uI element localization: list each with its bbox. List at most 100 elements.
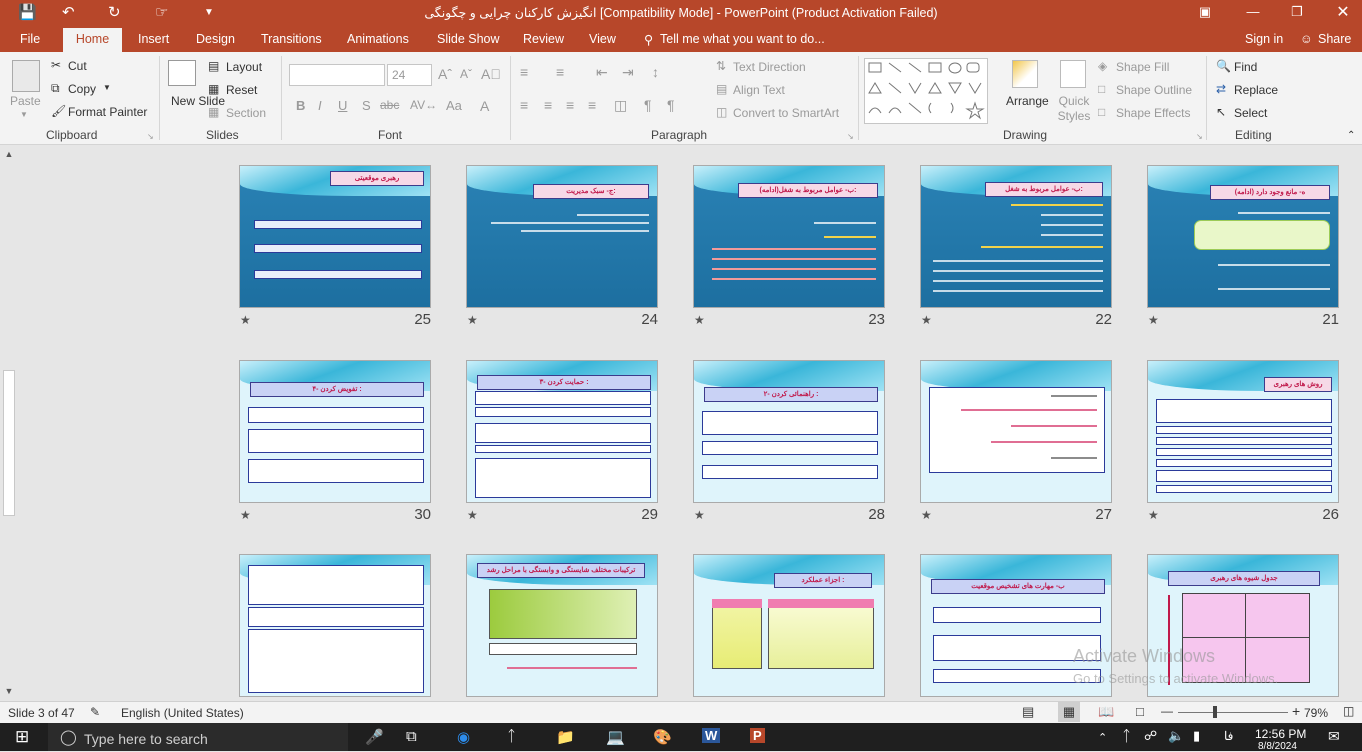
minimize-button[interactable]: —: [1238, 4, 1268, 19]
numbering-icon[interactable]: ≡: [556, 64, 564, 80]
reset-button[interactable]: Reset: [226, 83, 257, 97]
shadow-icon[interactable]: S: [362, 98, 371, 113]
select-button[interactable]: Select: [1234, 106, 1267, 120]
layout-button[interactable]: Layout: [226, 60, 262, 74]
change-case-icon[interactable]: Aa: [446, 98, 462, 113]
copy-button[interactable]: Copy: [68, 82, 96, 96]
align-left-icon[interactable]: ≡: [520, 97, 528, 113]
slide-thumbnail[interactable]: ترکیبات مختلف شایستگی و وابستگی با مراحل…: [466, 554, 658, 697]
slideshow-view-icon[interactable]: □: [1136, 704, 1144, 719]
bullets-icon[interactable]: ≡: [520, 64, 528, 80]
rtl-icon[interactable]: ¶: [644, 97, 652, 113]
char-spacing-icon[interactable]: AV↔: [410, 98, 437, 112]
share-button[interactable]: Share: [1318, 32, 1351, 46]
slide-thumbnail[interactable]: ۳- حمایت کردن :: [466, 360, 658, 503]
bluetooth-icon[interactable]: ᛏ: [507, 728, 516, 745]
slide-thumbnail[interactable]: ب- عوامل مربوط به شغل(ادامه):: [693, 165, 885, 308]
align-center-icon[interactable]: ≡: [544, 97, 552, 113]
tab-slideshow[interactable]: Slide Show: [437, 32, 500, 46]
slide-thumbnail[interactable]: [920, 360, 1112, 503]
app-icon[interactable]: 💻: [606, 728, 625, 746]
slide-thumbnail[interactable]: ب- عوامل مربوط به شغل:: [920, 165, 1112, 308]
shape-effects-button[interactable]: Shape Effects: [1116, 106, 1191, 120]
slide-thumbnail[interactable]: روش های رهبری: [1147, 360, 1339, 503]
normal-view-icon[interactable]: ▤: [1022, 704, 1034, 720]
slide-thumbnail[interactable]: رهبری موقعیتی: [239, 165, 431, 308]
shape-fill-button[interactable]: Shape Fill: [1116, 60, 1169, 74]
section-button[interactable]: Section: [226, 106, 266, 120]
scroll-down-icon[interactable]: ▼: [3, 686, 15, 696]
task-view-icon[interactable]: ⧉: [406, 728, 417, 745]
italic-icon[interactable]: I: [318, 98, 322, 113]
paint-icon[interactable]: 🎨: [653, 728, 672, 746]
maximize-button[interactable]: ❐: [1282, 4, 1312, 20]
shape-outline-button[interactable]: Shape Outline: [1116, 83, 1192, 97]
tab-animations[interactable]: Animations: [347, 32, 409, 46]
find-button[interactable]: Find: [1234, 60, 1257, 74]
tab-insert[interactable]: Insert: [138, 32, 169, 46]
columns-icon[interactable]: ◫: [614, 97, 627, 114]
taskbar-search[interactable]: ◯ Type here to search: [48, 723, 348, 751]
ltr-icon[interactable]: ¶: [667, 97, 675, 113]
clear-format-icon[interactable]: A⃠: [481, 66, 501, 82]
word-icon[interactable]: W: [702, 728, 721, 743]
tab-view[interactable]: View: [589, 32, 616, 46]
cut-button[interactable]: Cut: [68, 59, 87, 73]
shrink-font-icon[interactable]: Aˇ: [460, 67, 472, 81]
reading-view-icon[interactable]: 📖: [1098, 704, 1114, 720]
collapse-ribbon-icon[interactable]: ⌃: [1347, 130, 1355, 141]
powerpoint-icon[interactable]: P: [750, 728, 765, 743]
ribbon-display-icon[interactable]: ▣: [1190, 4, 1220, 20]
paste-dropdown-icon[interactable]: ▼: [20, 110, 28, 119]
slide-thumbnail[interactable]: ۴- تفویض کردن :: [239, 360, 431, 503]
scroll-up-icon[interactable]: ▲: [3, 149, 15, 159]
replace-button[interactable]: Replace: [1234, 83, 1278, 97]
convert-smartart-button[interactable]: Convert to SmartArt: [733, 106, 839, 120]
drawing-launcher-icon[interactable]: ↘: [1196, 132, 1203, 141]
clipboard-launcher-icon[interactable]: ↘: [147, 132, 154, 141]
battery-icon[interactable]: ▮: [1193, 728, 1200, 744]
tab-design[interactable]: Design: [196, 32, 235, 46]
justify-icon[interactable]: ≡: [588, 97, 596, 113]
decrease-indent-icon[interactable]: ⇤: [596, 64, 608, 81]
edge-icon[interactable]: ◉: [457, 728, 470, 746]
line-spacing-icon[interactable]: ↕: [652, 64, 659, 80]
clock-time[interactable]: 12:56 PM: [1255, 727, 1306, 741]
increase-indent-icon[interactable]: ⇥: [622, 64, 634, 81]
microphone-icon[interactable]: 🎤: [365, 728, 384, 746]
shapes-gallery[interactable]: [864, 58, 988, 124]
strikethrough-icon[interactable]: abc: [380, 98, 399, 112]
font-color-icon[interactable]: A: [480, 98, 489, 114]
file-explorer-icon[interactable]: 📁: [556, 728, 575, 746]
close-button[interactable]: ✕: [1328, 2, 1358, 22]
zoom-level[interactable]: 79%: [1304, 706, 1328, 720]
font-size-box[interactable]: 24: [387, 64, 432, 86]
tray-bluetooth-icon[interactable]: ᛏ: [1122, 728, 1131, 745]
tab-file[interactable]: File: [20, 32, 40, 46]
zoom-in-icon[interactable]: +: [1292, 703, 1300, 719]
slide-thumbnail[interactable]: ج- سبک مدیریت:: [466, 165, 658, 308]
quick-styles-button[interactable]: Quick Styles: [1056, 94, 1092, 124]
grow-font-icon[interactable]: Aˆ: [438, 66, 452, 82]
notifications-icon[interactable]: ✉: [1328, 728, 1340, 745]
tab-review[interactable]: Review: [523, 32, 564, 46]
format-painter-button[interactable]: Format Painter: [68, 105, 147, 119]
windows-start-icon[interactable]: ⊞: [15, 727, 29, 747]
spelling-icon[interactable]: ✎: [90, 705, 100, 719]
network-icon[interactable]: ☍: [1144, 728, 1157, 744]
slide-thumbnail[interactable]: [239, 554, 431, 697]
tray-chevron-icon[interactable]: ⌃: [1098, 731, 1107, 744]
sign-in-link[interactable]: Sign in: [1245, 32, 1283, 46]
underline-icon[interactable]: U: [338, 98, 347, 113]
bold-icon[interactable]: B: [296, 98, 305, 113]
zoom-slider-thumb[interactable]: [1213, 706, 1217, 718]
paste-button[interactable]: Paste: [10, 94, 41, 108]
copy-dropdown-icon[interactable]: ▼: [103, 83, 111, 92]
input-language[interactable]: فا: [1224, 729, 1233, 743]
language-indicator[interactable]: English (United States): [121, 706, 244, 720]
fit-slide-icon[interactable]: ◫: [1343, 704, 1354, 718]
tab-transitions[interactable]: Transitions: [261, 32, 322, 46]
zoom-out-icon[interactable]: —: [1161, 704, 1173, 718]
tab-home[interactable]: Home: [63, 28, 122, 52]
align-text-button[interactable]: Align Text: [733, 83, 785, 97]
